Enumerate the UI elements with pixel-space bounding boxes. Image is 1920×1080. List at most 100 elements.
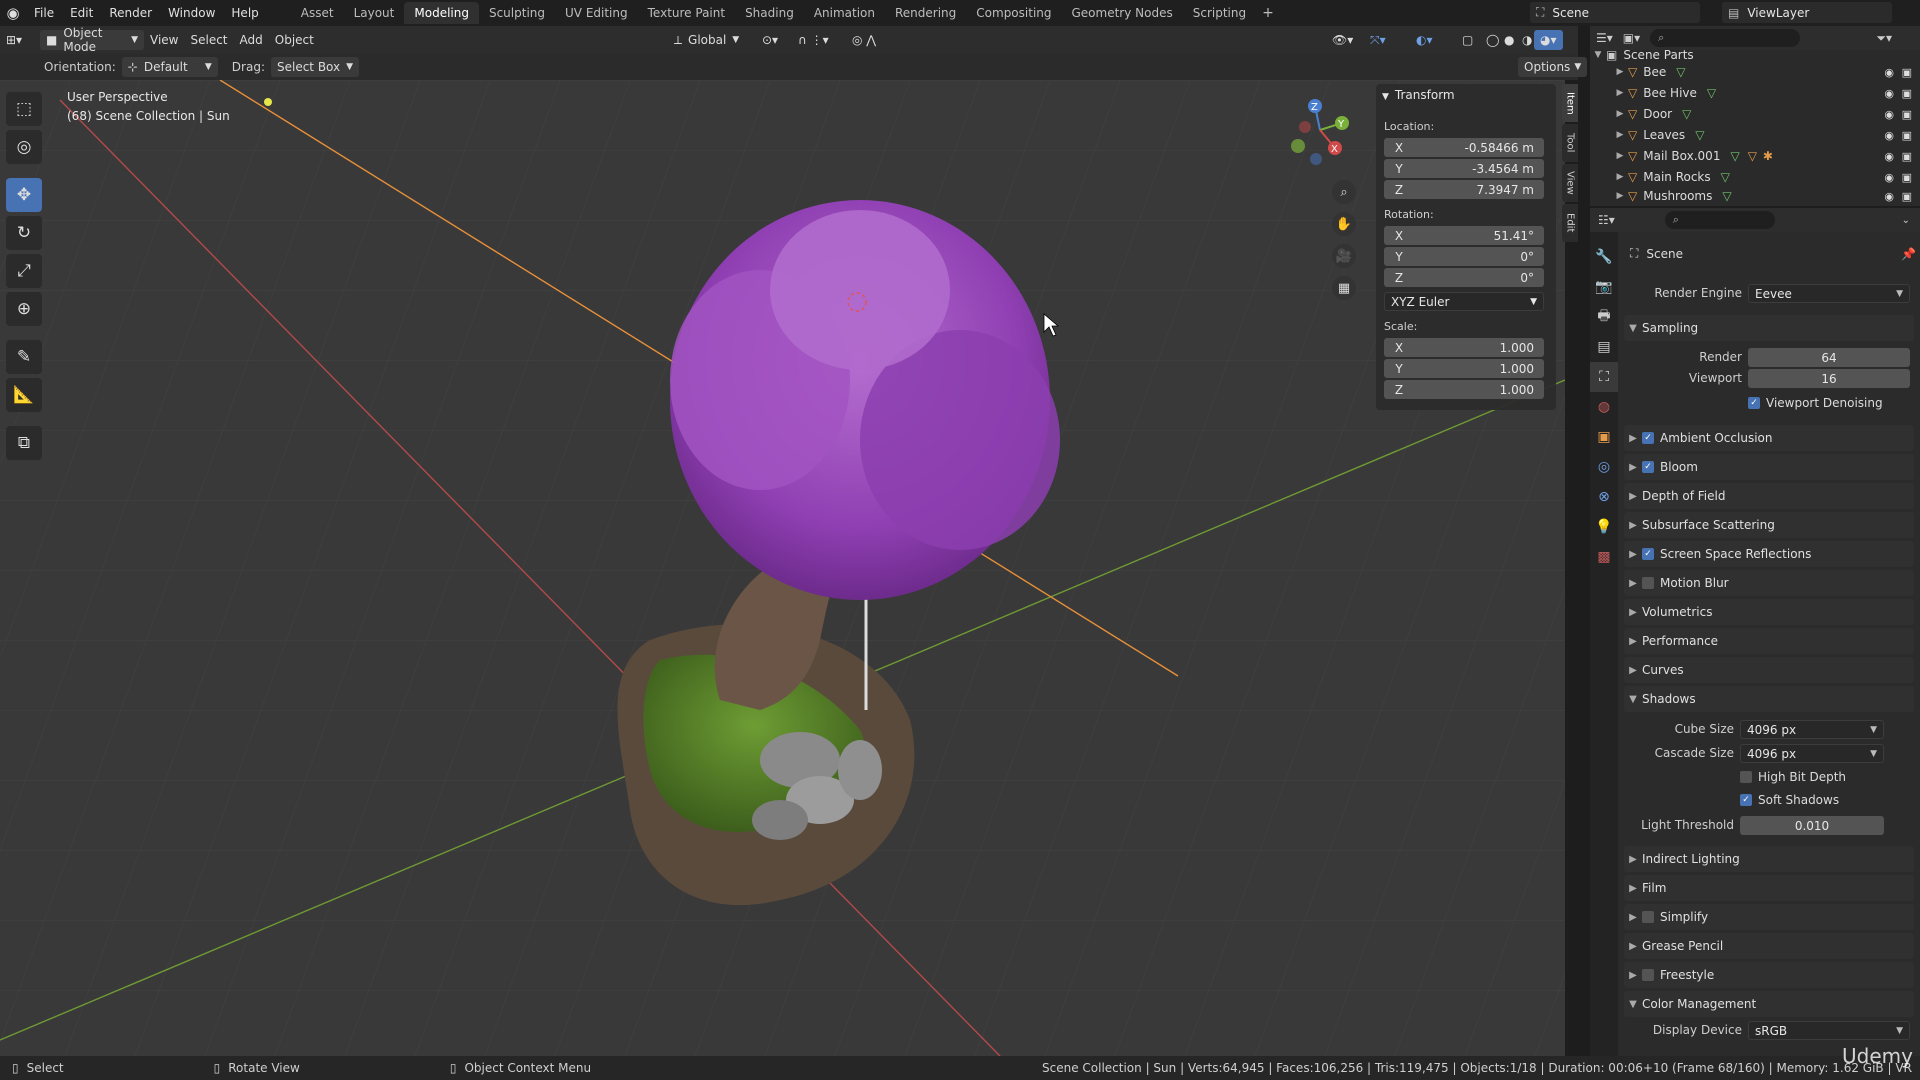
menu-render[interactable]: Render bbox=[101, 0, 160, 26]
eye-icon[interactable]: ◉ bbox=[1884, 150, 1894, 163]
tab-modeling[interactable]: Modeling bbox=[404, 2, 479, 24]
menu-window[interactable]: Window bbox=[160, 0, 223, 26]
cascade-size-dropdown[interactable]: 4096 px ▼ bbox=[1740, 744, 1884, 763]
render-engine-dropdown[interactable]: Eevee ▼ bbox=[1748, 284, 1910, 303]
scale-x-field[interactable]: X 1.000 bbox=[1384, 338, 1544, 357]
tab-render[interactable]: 📷 bbox=[1590, 272, 1618, 302]
tab-tool[interactable]: 🔧 bbox=[1590, 242, 1618, 272]
sidebar-tab-tool[interactable]: Tool bbox=[1562, 124, 1578, 162]
shading-rendered-button[interactable]: ◕▾ bbox=[1534, 30, 1563, 50]
panel-motion-blur[interactable]: ▶ Motion Blur bbox=[1624, 570, 1914, 596]
transform-orientation-dropdown[interactable]: ⟂ Global ▼ bbox=[668, 30, 745, 50]
outliner-item-door[interactable]: ▶ ▽ Door ▽ ◉ ▣ bbox=[1590, 104, 1920, 124]
chevron-down-icon[interactable]: ⌄ bbox=[1902, 215, 1910, 226]
tab-texture-paint[interactable]: Texture Paint bbox=[638, 2, 735, 24]
tab-view-layer[interactable]: ▤ bbox=[1590, 332, 1618, 362]
tab-physics[interactable]: ◎ bbox=[1590, 452, 1618, 482]
menu-add[interactable]: Add bbox=[234, 30, 269, 50]
checkbox-unchecked-icon[interactable] bbox=[1642, 911, 1654, 923]
camera-icon[interactable]: ▣ bbox=[1902, 171, 1912, 184]
outliner-item-bee-hive[interactable]: ▶ ▽ Bee Hive ▽ ◉ ▣ bbox=[1590, 83, 1920, 103]
outliner-editor-icon[interactable]: ☰▾ bbox=[1596, 31, 1613, 45]
eye-icon[interactable]: ◉ bbox=[1884, 190, 1894, 203]
outliner-item-bee[interactable]: ▶ ▽ Bee ▽ ◉ ▣ bbox=[1590, 62, 1920, 82]
camera-icon[interactable]: ▣ bbox=[1902, 66, 1912, 79]
editor-type-button[interactable]: ⊞▾ bbox=[0, 30, 40, 50]
tab-rendering[interactable]: Rendering bbox=[885, 2, 966, 24]
eye-icon[interactable]: ◉ bbox=[1884, 129, 1894, 142]
transform-panel-header[interactable]: ▼ Transform bbox=[1382, 88, 1455, 102]
outliner-item-main-rocks[interactable]: ▶ ▽ Main Rocks ▽ ◉ ▣ bbox=[1590, 167, 1920, 187]
tab-object[interactable]: ▣ bbox=[1590, 422, 1618, 452]
cube-size-dropdown[interactable]: 4096 px ▼ bbox=[1740, 720, 1884, 739]
display-mode-icon[interactable]: ▣▾ bbox=[1623, 31, 1640, 45]
properties-search-input[interactable]: ⌕ bbox=[1664, 211, 1775, 229]
location-z-field[interactable]: Z 7.3947 m bbox=[1384, 180, 1544, 199]
menu-view[interactable]: View bbox=[144, 30, 184, 50]
sidebar-tab-item[interactable]: Item bbox=[1562, 84, 1578, 122]
panel-simplify[interactable]: ▶ Simplify bbox=[1624, 904, 1914, 930]
shadows-panel-header[interactable]: ▼ Shadows bbox=[1624, 686, 1914, 712]
add-cube-tool[interactable]: ⧉ bbox=[6, 426, 42, 460]
menu-select[interactable]: Select bbox=[184, 30, 233, 50]
tab-object-data[interactable]: 💡 bbox=[1590, 512, 1618, 542]
sun-light-handle[interactable] bbox=[264, 98, 272, 106]
menu-edit[interactable]: Edit bbox=[62, 0, 101, 26]
location-x-field[interactable]: X -0.58466 m bbox=[1384, 138, 1544, 157]
eye-icon[interactable]: ◉ bbox=[1884, 66, 1894, 79]
move-tool[interactable]: ✥ bbox=[6, 178, 42, 212]
camera-icon[interactable]: ▣ bbox=[1902, 190, 1912, 203]
checkbox-checked-icon[interactable]: ✓ bbox=[1642, 548, 1654, 560]
menu-help[interactable]: Help bbox=[223, 0, 266, 26]
soft-shadows-checkbox[interactable]: ✓ Soft Shadows bbox=[1740, 793, 1920, 807]
camera-icon[interactable]: ▣ bbox=[1902, 87, 1912, 100]
gizmo-neg-x-axis[interactable] bbox=[1299, 121, 1311, 133]
filter-icon[interactable]: ⏷▾ bbox=[1876, 31, 1892, 46]
rotation-y-field[interactable]: Y 0° bbox=[1384, 247, 1544, 266]
gizmo-neg-z-axis[interactable] bbox=[1310, 153, 1322, 165]
camera-icon[interactable]: ▣ bbox=[1902, 108, 1912, 121]
panel-depth-of-field[interactable]: ▶ Depth of Field bbox=[1624, 483, 1914, 509]
annotate-tool[interactable]: ✎ bbox=[6, 340, 42, 374]
blender-logo-icon[interactable]: ◉ bbox=[0, 0, 26, 26]
snap-toggle[interactable]: ∩ ⋮▾ bbox=[792, 30, 835, 50]
tab-shading[interactable]: Shading bbox=[735, 2, 804, 24]
eye-icon[interactable]: ◉ bbox=[1884, 171, 1894, 184]
visibility-button[interactable]: 👁▾ bbox=[1326, 30, 1359, 50]
outliner-collection-row[interactable]: ▼ ▣ Scene Parts bbox=[1590, 48, 1920, 62]
panel-grease-pencil[interactable]: ▶ Grease Pencil bbox=[1624, 933, 1914, 959]
viewport-denoising-checkbox[interactable]: ✓ Viewport Denoising bbox=[1748, 396, 1920, 410]
tab-layout[interactable]: Layout bbox=[344, 2, 405, 24]
rotate-tool[interactable]: ↻ bbox=[6, 216, 42, 250]
select-box-tool[interactable]: ⬚ bbox=[6, 92, 42, 126]
cursor-tool[interactable]: ◎ bbox=[6, 130, 42, 164]
menu-file[interactable]: File bbox=[26, 0, 62, 26]
add-workspace-button[interactable]: + bbox=[1256, 5, 1280, 21]
rotation-x-field[interactable]: X 51.41° bbox=[1384, 226, 1544, 245]
rotation-mode-dropdown[interactable]: XYZ Euler ▼ bbox=[1384, 292, 1544, 311]
color-management-panel-header[interactable]: ▼ Color Management bbox=[1624, 991, 1914, 1017]
gizmo-toggle[interactable]: ⤧▾ bbox=[1364, 30, 1392, 50]
tab-world[interactable]: ◍ bbox=[1590, 392, 1618, 422]
scale-tool[interactable]: ⤢ bbox=[6, 254, 42, 288]
tab-geometry-nodes[interactable]: Geometry Nodes bbox=[1062, 2, 1183, 24]
checkbox-checked-icon[interactable]: ✓ bbox=[1642, 432, 1654, 444]
high-bit-depth-checkbox[interactable]: High Bit Depth bbox=[1740, 770, 1920, 784]
location-y-field[interactable]: Y -3.4564 m bbox=[1384, 159, 1544, 178]
panel-curves[interactable]: ▶ Curves bbox=[1624, 657, 1914, 683]
xray-toggle[interactable]: ▢ bbox=[1456, 30, 1479, 50]
outliner-item-leaves[interactable]: ▶ ▽ Leaves ▽ ◉ ▣ bbox=[1590, 125, 1920, 145]
tab-output[interactable]: 🖶 bbox=[1590, 302, 1618, 332]
checkbox-unchecked-icon[interactable] bbox=[1642, 969, 1654, 981]
light-threshold-field[interactable]: 0.010 bbox=[1740, 816, 1884, 835]
outliner-item-mail-box[interactable]: ▶ ▽ Mail Box.001 ▽ ▽ ✱ ◉ ▣ bbox=[1590, 146, 1920, 166]
camera-view-button[interactable]: 🎥 bbox=[1332, 244, 1356, 268]
tab-sculpting[interactable]: Sculpting bbox=[479, 2, 555, 24]
panel-screen-space-reflections[interactable]: ▶ ✓ Screen Space Reflections bbox=[1624, 541, 1914, 567]
gizmo-neg-y-axis[interactable] bbox=[1291, 139, 1305, 153]
drag-dropdown[interactable]: Select Box ▼ bbox=[270, 57, 360, 77]
view-layer-selector[interactable]: ▤ ViewLayer bbox=[1722, 2, 1892, 23]
panel-performance[interactable]: ▶ Performance bbox=[1624, 628, 1914, 654]
panel-indirect-lighting[interactable]: ▶ Indirect Lighting bbox=[1624, 846, 1914, 872]
tab-constraints[interactable]: ⊗ bbox=[1590, 482, 1618, 512]
